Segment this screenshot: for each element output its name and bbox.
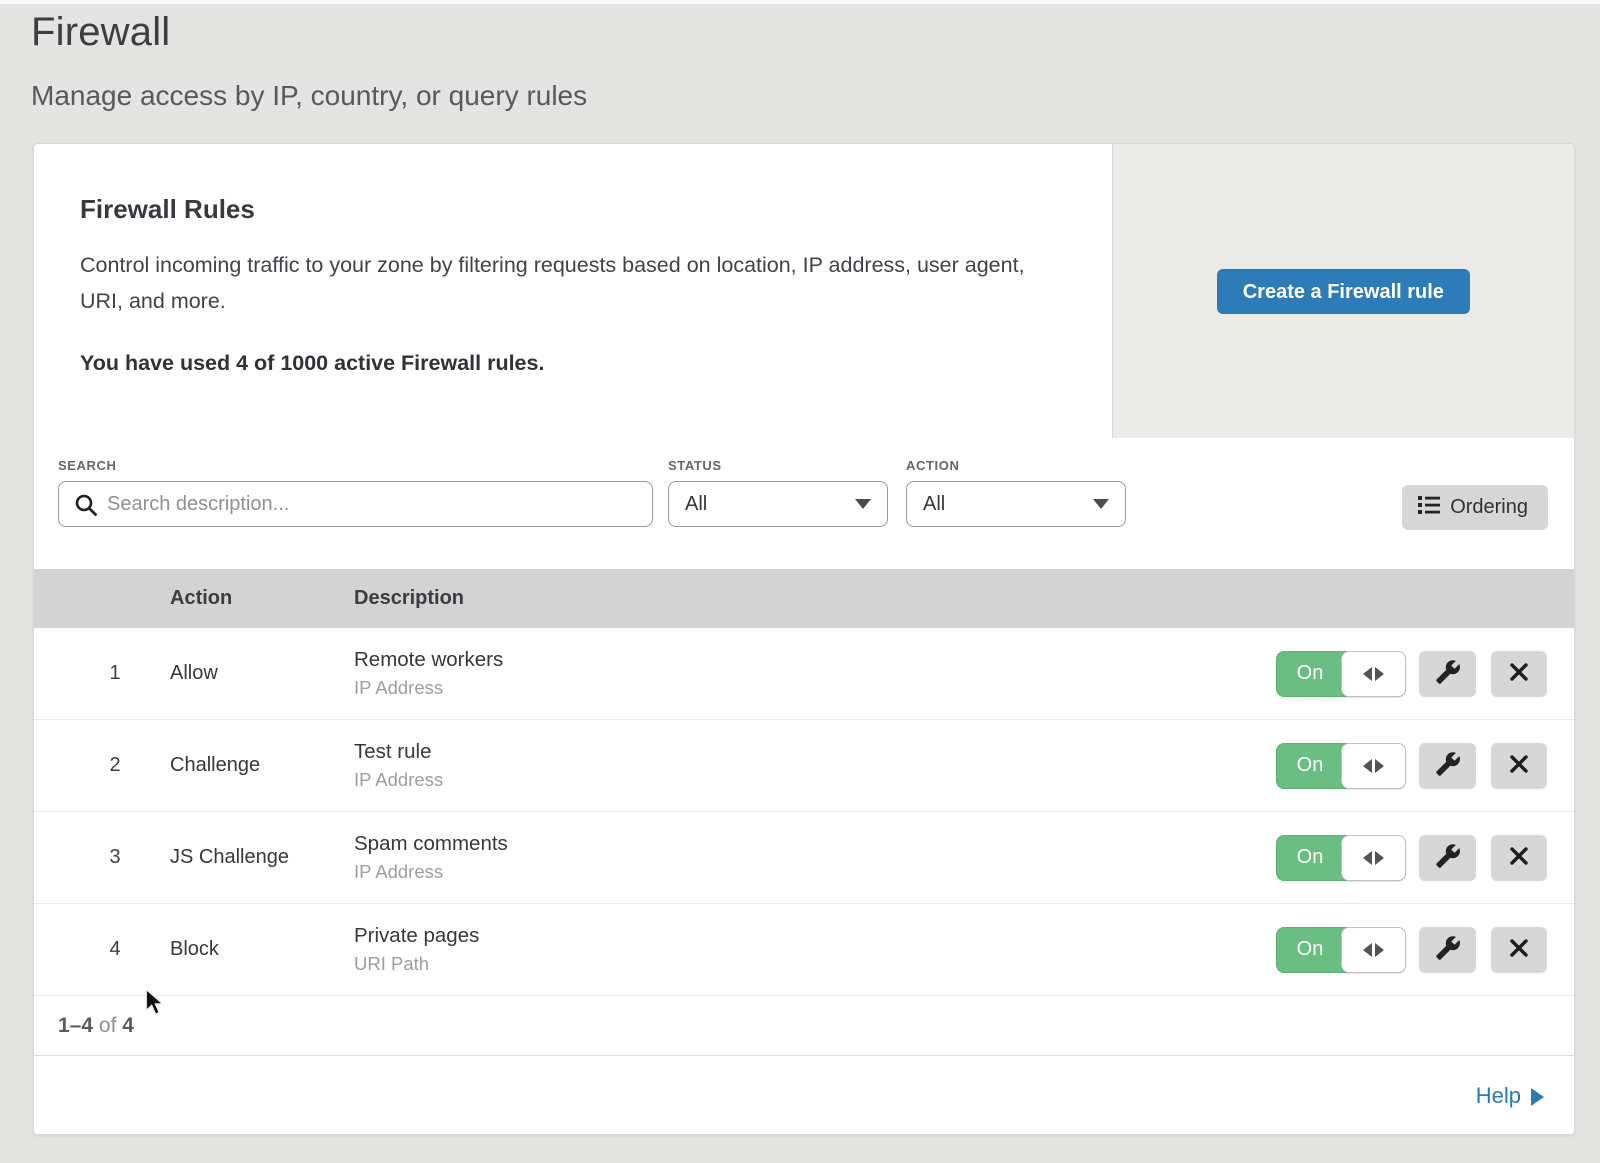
close-icon — [1508, 937, 1530, 962]
chevron-down-icon — [855, 499, 871, 509]
wrench-icon — [1435, 751, 1461, 780]
firewall-rules-card: Firewall Rules Control incoming traffic … — [33, 143, 1575, 1135]
ordering-button-label: Ordering — [1450, 496, 1528, 519]
table-header: Action Description — [34, 569, 1574, 628]
edit-rule-button[interactable] — [1419, 927, 1476, 973]
toggle-arrows-icon — [1341, 743, 1406, 789]
page-subtitle: Manage access by IP, country, or query r… — [31, 80, 587, 112]
wrench-icon — [1435, 659, 1461, 688]
close-icon — [1508, 753, 1530, 778]
chevron-down-icon — [1093, 499, 1109, 509]
action-selected-value: All — [923, 493, 945, 516]
table-row: 1 Allow Remote workers IP Address On — [34, 628, 1574, 720]
delete-rule-button[interactable] — [1491, 835, 1547, 881]
toggle-on-label: On — [1277, 928, 1343, 972]
rules-heading: Firewall Rules — [80, 194, 1052, 225]
rule-enabled-toggle[interactable]: On — [1276, 835, 1406, 881]
rule-priority: 4 — [34, 938, 170, 961]
rule-action: Challenge — [170, 754, 354, 777]
rule-description: Spam comments — [354, 832, 1276, 856]
edit-rule-button[interactable] — [1419, 651, 1476, 697]
card-header-action-panel: Create a Firewall rule — [1112, 144, 1574, 438]
rule-description: Remote workers — [354, 648, 1276, 672]
wrench-icon — [1435, 843, 1461, 872]
delete-rule-button[interactable] — [1491, 651, 1547, 697]
rule-priority: 3 — [34, 846, 170, 869]
help-link[interactable]: Help — [1476, 1083, 1544, 1109]
status-selected-value: All — [685, 493, 707, 516]
range-start-end: 1–4 — [58, 1014, 93, 1037]
table-row: 3 JS Challenge Spam comments IP Address … — [34, 812, 1574, 904]
search-input[interactable] — [59, 482, 652, 526]
rule-match-type: IP Address — [354, 861, 1276, 883]
delete-rule-button[interactable] — [1491, 927, 1547, 973]
rule-priority: 2 — [34, 754, 170, 777]
ordering-button[interactable]: Ordering — [1402, 485, 1548, 530]
search-box — [58, 481, 653, 527]
toggle-arrows-icon — [1341, 835, 1406, 881]
help-arrow-icon — [1531, 1088, 1544, 1106]
close-icon — [1508, 845, 1530, 870]
rule-priority: 1 — [34, 662, 170, 685]
search-label: SEARCH — [58, 458, 653, 473]
toggle-arrows-icon — [1341, 651, 1406, 697]
toggle-on-label: On — [1277, 836, 1343, 880]
rule-action: JS Challenge — [170, 846, 354, 869]
action-select[interactable]: All — [906, 481, 1126, 527]
window-top-strip — [0, 0, 1600, 4]
rule-description: Test rule — [354, 740, 1276, 764]
help-row: Help — [34, 1056, 1574, 1135]
toggle-on-label: On — [1277, 652, 1343, 696]
rules-usage-count: You have used 4 of 1000 active Firewall … — [80, 351, 1052, 376]
rule-match-type: URI Path — [354, 953, 1276, 975]
column-header-action: Action — [170, 587, 354, 610]
rules-description: Control incoming traffic to your zone by… — [80, 247, 1030, 319]
toggle-arrows-icon — [1341, 927, 1406, 973]
range-total: 4 — [122, 1014, 134, 1037]
card-header: Firewall Rules Control incoming traffic … — [34, 144, 1574, 438]
filter-bar: SEARCH STATUS All ACTION All — [34, 438, 1574, 569]
close-icon — [1508, 661, 1530, 686]
rule-enabled-toggle[interactable]: On — [1276, 651, 1406, 697]
create-firewall-rule-button[interactable]: Create a Firewall rule — [1217, 269, 1470, 314]
card-header-text: Firewall Rules Control incoming traffic … — [34, 144, 1112, 438]
page-title: Firewall — [31, 10, 170, 55]
rule-match-type: IP Address — [354, 677, 1276, 699]
wrench-icon — [1435, 935, 1461, 964]
column-header-description: Description — [354, 587, 1574, 610]
rule-enabled-toggle[interactable]: On — [1276, 927, 1406, 973]
rule-action: Block — [170, 938, 354, 961]
table-row: 4 Block Private pages URI Path On — [34, 904, 1574, 996]
help-link-label: Help — [1476, 1083, 1521, 1109]
rule-action: Allow — [170, 662, 354, 685]
rule-enabled-toggle[interactable]: On — [1276, 743, 1406, 789]
table-row: 2 Challenge Test rule IP Address On — [34, 720, 1574, 812]
edit-rule-button[interactable] — [1419, 743, 1476, 789]
status-select[interactable]: All — [668, 481, 888, 527]
action-label: ACTION — [906, 458, 1126, 473]
toggle-on-label: On — [1277, 744, 1343, 788]
edit-rule-button[interactable] — [1419, 835, 1476, 881]
search-icon — [74, 493, 98, 522]
status-label: STATUS — [668, 458, 888, 473]
ordering-list-icon — [1418, 495, 1440, 521]
rule-match-type: IP Address — [354, 769, 1276, 791]
pagination-range: 1–4 of 4 — [58, 1014, 134, 1038]
delete-rule-button[interactable] — [1491, 743, 1547, 789]
pagination-row: 1–4 of 4 — [34, 996, 1574, 1056]
range-of-label: of — [99, 1014, 117, 1037]
rule-description: Private pages — [354, 924, 1276, 948]
